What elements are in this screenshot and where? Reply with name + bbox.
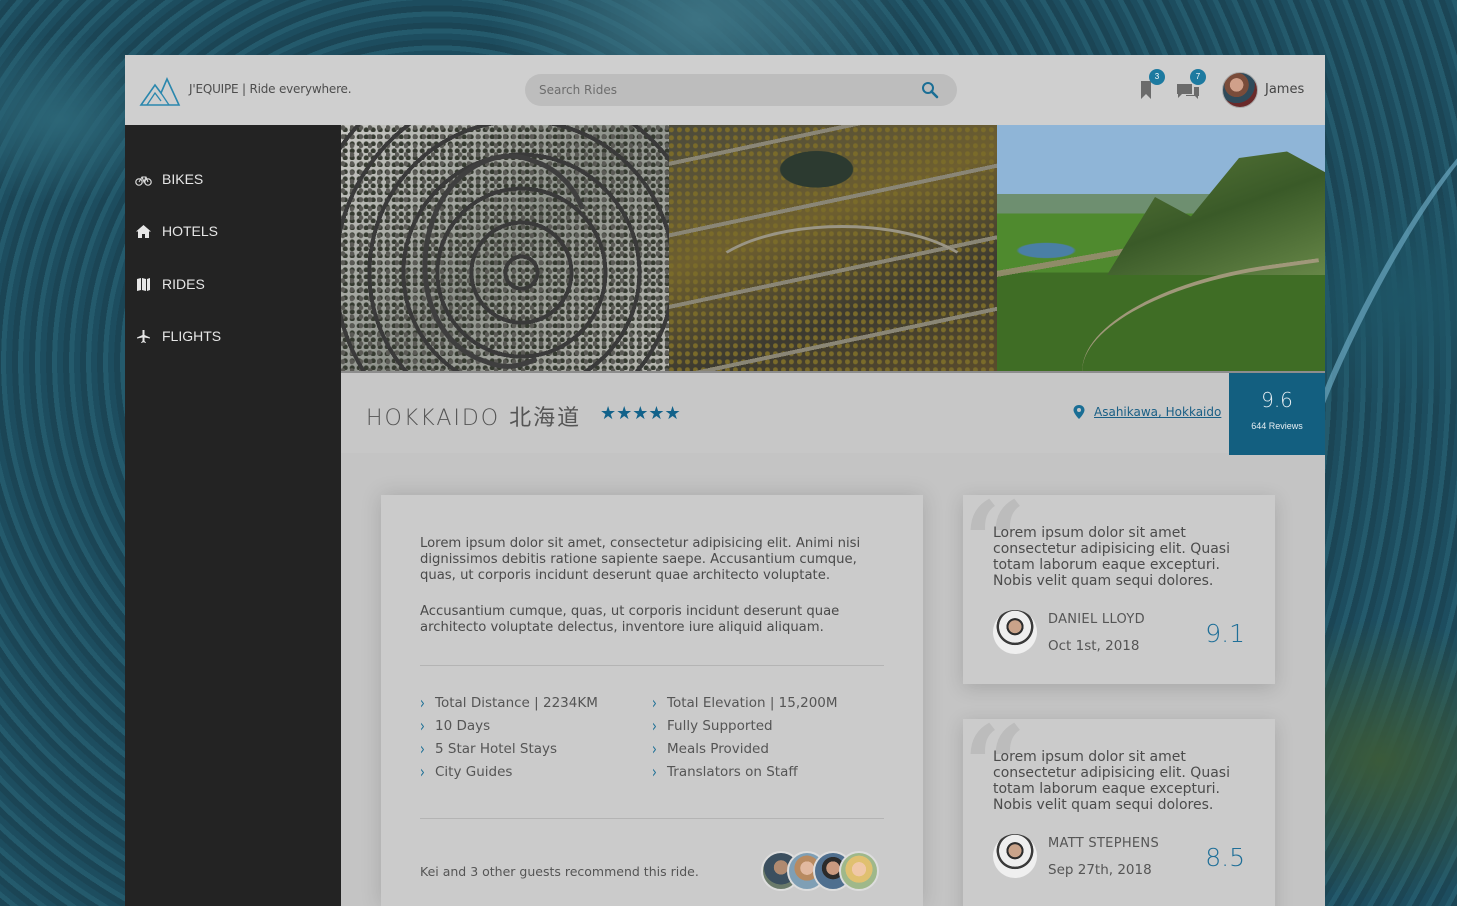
hero-gallery bbox=[341, 125, 1325, 371]
bookmark-count-badge: 3 bbox=[1149, 69, 1165, 85]
star-rating: ★★★★★ bbox=[600, 403, 681, 423]
search-input[interactable] bbox=[539, 80, 909, 100]
ride-title: HOKKAIDO 北海道 bbox=[366, 406, 582, 431]
chevron-right-icon: › bbox=[420, 739, 425, 759]
feature-item: › Total Distance | 2234KM bbox=[420, 693, 598, 718]
search-icon[interactable] bbox=[921, 81, 939, 99]
description-paragraph: Lorem ipsum dolor sit amet, consectetur … bbox=[420, 536, 861, 583]
map-icon bbox=[137, 277, 150, 291]
top-header: J'EQUIPE | Ride everywhere. 3 7 James bbox=[125, 55, 1325, 125]
chevron-right-icon: › bbox=[420, 693, 425, 713]
description-paragraph: Accusantium cumque, quas, ut corporis in… bbox=[420, 604, 840, 635]
chevron-right-icon: › bbox=[652, 693, 657, 713]
review-card: “ Lorem ipsum dolor sit amet consectetur… bbox=[963, 487, 1275, 684]
sidebar-item-label: BIKES bbox=[162, 171, 204, 187]
review-date: Sep 27th, 2018 bbox=[1048, 862, 1152, 878]
sidebar-item-label: HOTELS bbox=[162, 223, 219, 239]
sidebar-item-flights[interactable]: FLIGHTS bbox=[135, 325, 221, 347]
feature-item: › City Guides bbox=[420, 762, 598, 787]
chevron-right-icon: › bbox=[652, 762, 657, 782]
guest-avatar[interactable] bbox=[839, 851, 879, 891]
sidebar-item-label: RIDES bbox=[162, 276, 205, 292]
recommend-text: Kei and 3 other guests recommend this ri… bbox=[420, 864, 699, 879]
home-icon bbox=[136, 224, 151, 238]
brand-tagline: J'EQUIPE | Ride everywhere. bbox=[189, 82, 352, 96]
bookmark-button[interactable]: 3 bbox=[1135, 69, 1165, 101]
reviewer-avatar[interactable] bbox=[993, 610, 1037, 654]
chevron-right-icon: › bbox=[420, 762, 425, 782]
hero-image-snowy-switchbacks[interactable] bbox=[341, 125, 669, 371]
sidebar-item-hotels[interactable]: HOTELS bbox=[135, 220, 218, 242]
sidebar-item-label: FLIGHTS bbox=[162, 328, 222, 344]
chevron-right-icon: › bbox=[652, 739, 657, 759]
review-score: 9.1 bbox=[1205, 619, 1245, 648]
feature-item: › Total Elevation | 15,200M bbox=[652, 693, 838, 718]
ride-title-bar: HOKKAIDO 北海道 ★★★★★ Asahikawa, Hokkaido 9… bbox=[341, 371, 1325, 455]
divider bbox=[420, 665, 884, 666]
app-window: J'EQUIPE | Ride everywhere. 3 7 James bbox=[125, 55, 1325, 906]
divider bbox=[420, 818, 884, 819]
hero-image-green-valley[interactable] bbox=[997, 125, 1325, 371]
location-link[interactable]: Asahikawa, Hokkaido bbox=[1073, 405, 1221, 419]
plane-icon bbox=[137, 329, 150, 343]
hero-image-mountain-pass[interactable] bbox=[669, 125, 997, 371]
chevron-right-icon: › bbox=[652, 716, 657, 736]
chevron-right-icon: › bbox=[420, 716, 425, 736]
feature-item: › Fully Supported bbox=[652, 716, 838, 741]
feature-item: › 5 Star Hotel Stays bbox=[420, 739, 598, 764]
bike-icon bbox=[135, 175, 152, 186]
user-name[interactable]: James bbox=[1265, 82, 1304, 97]
location-text[interactable]: Asahikawa, Hokkaido bbox=[1094, 405, 1221, 419]
feature-item: › 10 Days bbox=[420, 716, 598, 741]
reviewer-name: MATT STEPHENS bbox=[1048, 836, 1159, 851]
feature-list-left: › Total Distance | 2234KM › 10 Days › 5 Sta… bbox=[420, 693, 598, 787]
review-card: “ Lorem ipsum dolor sit amet consectetur… bbox=[963, 711, 1275, 906]
review-score: 8.5 bbox=[1205, 843, 1245, 872]
sidebar: BIKES HOTELS RIDES FLIGHTS bbox=[125, 125, 341, 906]
mountain-logo-icon[interactable] bbox=[139, 73, 181, 107]
reviewer-avatar[interactable] bbox=[993, 834, 1037, 878]
sidebar-item-bikes[interactable]: BIKES bbox=[135, 168, 203, 190]
feature-item: › Translators on Staff bbox=[652, 762, 838, 787]
messages-button[interactable]: 7 bbox=[1176, 69, 1206, 101]
search-bar bbox=[525, 74, 957, 106]
location-pin-icon bbox=[1073, 405, 1085, 419]
review-date: Oct 1st, 2018 bbox=[1048, 638, 1140, 654]
feature-list-right: › Total Elevation | 15,200M › Fully Suppor… bbox=[652, 693, 838, 787]
user-avatar[interactable] bbox=[1222, 72, 1258, 108]
sidebar-item-rides[interactable]: RIDES bbox=[135, 273, 205, 295]
overall-score: 9.6 bbox=[1261, 388, 1293, 412]
messages-count-badge: 7 bbox=[1190, 69, 1206, 85]
overall-score-box: 9.6 644 Reviews bbox=[1229, 373, 1325, 455]
review-text: Lorem ipsum dolor sit amet consectetur a… bbox=[993, 749, 1230, 813]
review-count[interactable]: 644 Reviews bbox=[1229, 421, 1325, 431]
review-text: Lorem ipsum dolor sit amet consectetur a… bbox=[993, 525, 1230, 589]
ride-description-card: Lorem ipsum dolor sit amet, consectetur … bbox=[381, 495, 923, 906]
reviewer-name: DANIEL LLOYD bbox=[1048, 612, 1145, 627]
feature-item: › Meals Provided bbox=[652, 739, 838, 764]
